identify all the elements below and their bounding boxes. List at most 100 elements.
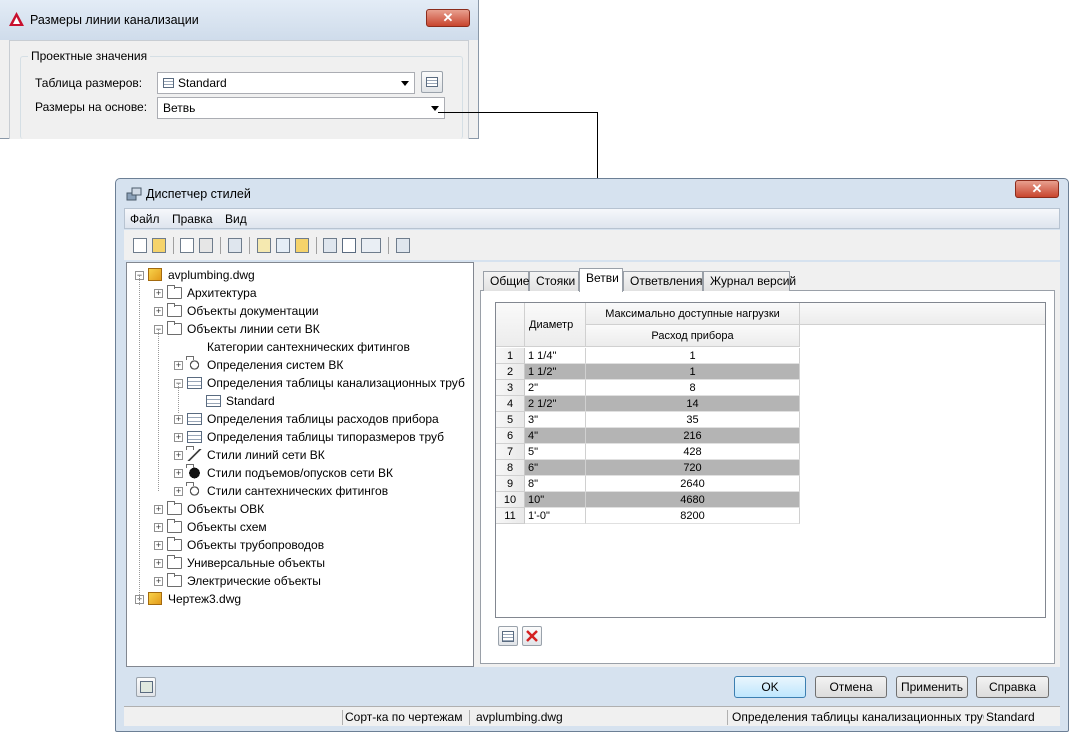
tree-item[interactable]: + Стили сантехнических фитингов bbox=[127, 482, 472, 500]
tree-item[interactable]: + Объекты ОВК bbox=[127, 500, 472, 518]
sync-icon[interactable] bbox=[276, 238, 290, 253]
based-on-select[interactable]: Ветвь bbox=[157, 97, 445, 119]
purge-icon[interactable] bbox=[228, 238, 242, 253]
tree-item[interactable]: + Стили подъемов/опусков сети ВК bbox=[127, 464, 472, 482]
diameter-cell[interactable]: 1'-0" bbox=[525, 508, 586, 524]
row-number: 5 bbox=[496, 412, 525, 428]
header-diameter: Диаметр bbox=[525, 303, 586, 347]
view-options-icon[interactable] bbox=[361, 238, 381, 253]
tree-item[interactable]: + Стили линий сети ВК bbox=[127, 446, 472, 464]
diameter-cell[interactable]: 8" bbox=[525, 476, 586, 492]
expand-icon[interactable]: + bbox=[174, 433, 183, 442]
size-table-grid[interactable]: Диаметр Максимально доступные нагрузки Рас… bbox=[495, 302, 1046, 618]
size-table-value: Standard bbox=[178, 76, 227, 90]
expand-icon[interactable]: + bbox=[174, 451, 183, 460]
style-tree[interactable]: − avplumbing.dwg + Архитектура + Объекты доку… bbox=[126, 262, 474, 667]
status-sort: Сорт-ка по чертежам bbox=[345, 710, 463, 724]
toggle-view-icon[interactable] bbox=[323, 238, 337, 253]
help-button[interactable]: Справка bbox=[976, 676, 1049, 698]
open-icon[interactable] bbox=[152, 238, 166, 253]
menu-edit[interactable]: Правка bbox=[172, 212, 213, 226]
close-icon: ✕ bbox=[442, 10, 454, 25]
expand-icon[interactable]: + bbox=[154, 577, 163, 586]
flow-cell[interactable]: 216 bbox=[586, 428, 800, 444]
expand-icon[interactable]: + bbox=[154, 523, 163, 532]
status-style: Standard bbox=[986, 710, 1035, 724]
toolbar bbox=[124, 230, 1060, 260]
diameter-cell[interactable]: 2 1/2" bbox=[525, 396, 586, 412]
tree-item[interactable]: − avplumbing.dwg bbox=[127, 266, 472, 284]
expand-icon[interactable]: + bbox=[154, 289, 163, 298]
menu-view[interactable]: Вид bbox=[225, 212, 247, 226]
expand-icon[interactable]: + bbox=[154, 307, 163, 316]
tree-item[interactable]: + Архитектура bbox=[127, 284, 472, 302]
tree-item[interactable]: + Электрические объекты bbox=[127, 572, 472, 590]
paste-icon[interactable] bbox=[199, 238, 213, 253]
flow-cell[interactable]: 8200 bbox=[586, 508, 800, 524]
chevron-down-icon bbox=[431, 106, 439, 111]
flow-cell[interactable]: 1 bbox=[586, 364, 800, 380]
diameter-cell[interactable]: 3" bbox=[525, 412, 586, 428]
delete-icon bbox=[526, 630, 538, 642]
tree-item-label: Категории сантехнических фитингов bbox=[207, 340, 410, 354]
filter-icon[interactable] bbox=[342, 238, 356, 253]
expand-icon[interactable]: + bbox=[154, 541, 163, 550]
cancel-button[interactable]: Отмена bbox=[815, 676, 887, 698]
flow-cell[interactable]: 14 bbox=[586, 396, 800, 412]
copy-icon[interactable] bbox=[180, 238, 194, 253]
toggle-panel-button[interactable] bbox=[136, 677, 156, 697]
tree-item[interactable]: + Объекты трубопроводов bbox=[127, 536, 472, 554]
expand-icon[interactable]: + bbox=[174, 469, 183, 478]
diameter-cell[interactable]: 1 1/4" bbox=[525, 348, 586, 364]
flow-cell[interactable]: 720 bbox=[586, 460, 800, 476]
diameter-cell[interactable]: 1 1/2" bbox=[525, 364, 586, 380]
delete-row-button[interactable] bbox=[522, 626, 542, 646]
close-button[interactable]: ✕ bbox=[1015, 180, 1059, 198]
fitting-icon bbox=[186, 482, 202, 497]
expand-icon[interactable]: + bbox=[174, 487, 183, 496]
tree-item[interactable]: + Определения систем ВК bbox=[127, 356, 472, 374]
expand-icon[interactable]: + bbox=[174, 415, 183, 424]
diameter-cell[interactable]: 10" bbox=[525, 492, 586, 508]
tab-2[interactable]: Ветви bbox=[579, 268, 623, 292]
diameter-cell[interactable]: 6" bbox=[525, 460, 586, 476]
menu-file[interactable]: Файл bbox=[130, 212, 160, 226]
tab-4[interactable]: Журнал версий bbox=[703, 271, 796, 291]
expand-icon[interactable]: + bbox=[154, 559, 163, 568]
ok-button[interactable]: OK bbox=[734, 676, 806, 698]
edit-style-icon[interactable] bbox=[295, 238, 309, 253]
size-table-select[interactable]: Standard bbox=[157, 72, 415, 94]
flow-cell[interactable]: 8 bbox=[586, 380, 800, 396]
new-style-icon[interactable] bbox=[257, 238, 271, 253]
close-button[interactable]: ✕ bbox=[426, 9, 470, 27]
dialog-title: Размеры линии канализации bbox=[30, 13, 199, 27]
flow-cell[interactable]: 1 bbox=[586, 348, 800, 364]
expand-icon[interactable]: + bbox=[174, 361, 183, 370]
tree-item[interactable]: + Объекты схем bbox=[127, 518, 472, 536]
diameter-cell[interactable]: 5" bbox=[525, 444, 586, 460]
edit-table-button[interactable] bbox=[421, 71, 443, 93]
tab-0[interactable]: Общие bbox=[483, 271, 529, 291]
tab-1[interactable]: Стояки bbox=[529, 271, 579, 291]
tree-item[interactable]: + Определения таблицы типоразмеров труб bbox=[127, 428, 472, 446]
flow-cell[interactable]: 4680 bbox=[586, 492, 800, 508]
line-icon bbox=[186, 446, 202, 461]
tree-item[interactable]: + Объекты документации bbox=[127, 302, 472, 320]
tree-item-label: Объекты линии сети ВК bbox=[187, 322, 320, 336]
flow-cell[interactable]: 428 bbox=[586, 444, 800, 460]
tree-item[interactable]: Категории сантехнических фитингов bbox=[127, 338, 472, 356]
tree-item[interactable]: − Объекты линии сети ВК bbox=[127, 320, 472, 338]
tree-item[interactable]: + Универсальные объекты bbox=[127, 554, 472, 572]
new-icon[interactable] bbox=[133, 238, 147, 253]
add-row-button[interactable] bbox=[498, 626, 518, 646]
tree-item[interactable]: + Чертеж3.dwg bbox=[127, 590, 472, 608]
diameter-cell[interactable]: 2" bbox=[525, 380, 586, 396]
flow-cell[interactable]: 2640 bbox=[586, 476, 800, 492]
inline-edit-icon[interactable] bbox=[396, 238, 410, 253]
riser-icon bbox=[186, 464, 202, 479]
tab-3[interactable]: Ответвления bbox=[623, 271, 703, 291]
apply-button[interactable]: Применить bbox=[896, 676, 968, 698]
flow-cell[interactable]: 35 bbox=[586, 412, 800, 428]
diameter-cell[interactable]: 4" bbox=[525, 428, 586, 444]
expand-icon[interactable]: + bbox=[154, 505, 163, 514]
